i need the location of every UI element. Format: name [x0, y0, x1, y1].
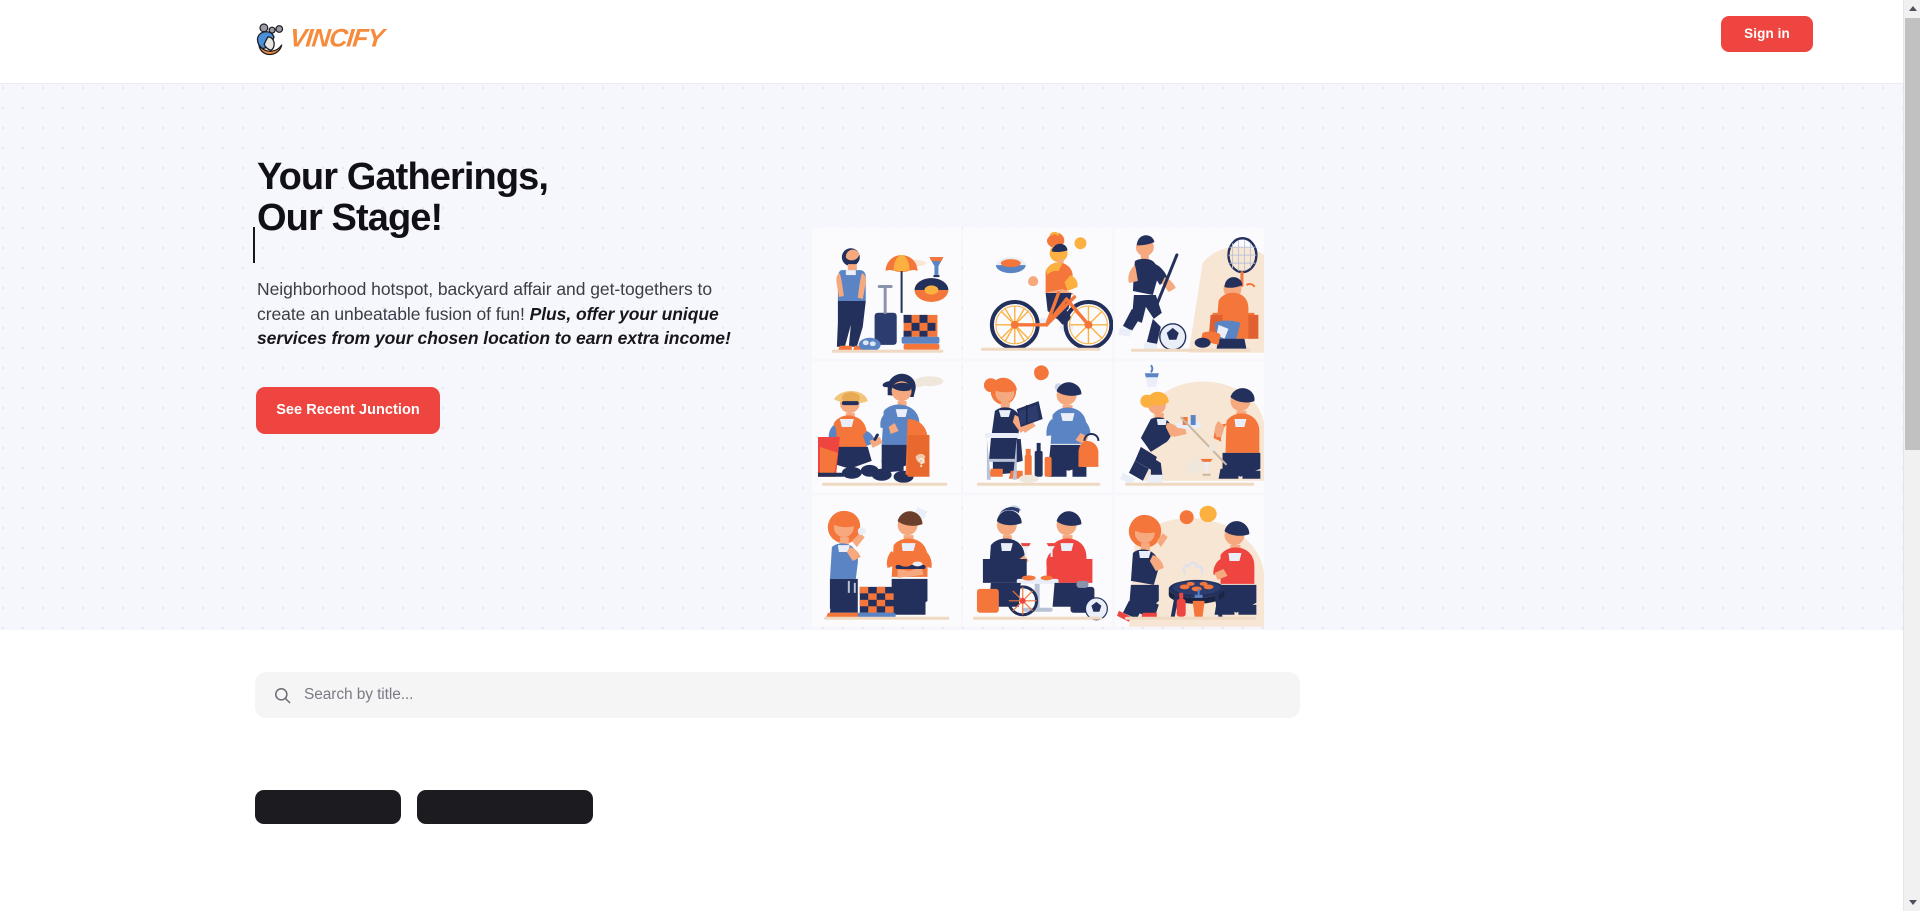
hero-subtitle: Neighborhood hotspot, backyard affair an…	[253, 277, 753, 351]
vertical-scrollbar[interactable]	[1903, 0, 1920, 911]
hero-section: Your Gatherings, Our Stage! Neighborhood…	[0, 84, 1903, 630]
hero-illustration-collage: ?	[812, 227, 1264, 627]
illustration-traveler-with-suitcase-and-picnic	[812, 227, 962, 359]
svg-text:?: ?	[918, 455, 926, 470]
page-root: VINCIFY Sign in Your Gatherings, Our Sta…	[0, 0, 1903, 911]
search-input[interactable]	[304, 686, 1282, 704]
scroll-up-arrow-icon	[1908, 6, 1917, 11]
text-caret	[253, 227, 255, 263]
page-title-line-2: Our Stage!	[257, 197, 443, 239]
search-icon	[275, 687, 291, 703]
illustration-runner-and-seated-person-with-racket	[1114, 227, 1264, 359]
hero-copy: Your Gatherings, Our Stage! Neighborhood…	[253, 157, 773, 434]
illustration-woman-reading-and-man-with-bag	[963, 361, 1113, 493]
people-group-logo-icon	[256, 23, 284, 56]
signin-button[interactable]: Sign in	[1721, 16, 1813, 52]
filter-chip-1[interactable]	[255, 790, 401, 824]
scroll-down-arrow-icon	[1908, 900, 1917, 905]
search-bar[interactable]	[255, 672, 1300, 718]
illustration-woman-serving-and-man-relaxing	[1114, 361, 1264, 493]
brand-wordmark: VINCIFY	[290, 25, 388, 53]
brand-logo[interactable]: VINCIFY	[253, 14, 418, 62]
illustration-cyclist-with-food-items	[963, 227, 1113, 359]
scrollbar-thumb[interactable]	[1905, 18, 1920, 450]
site-header: VINCIFY Sign in	[0, 0, 1903, 84]
illustration-two-men-talking-in-armchairs: ?	[812, 361, 962, 493]
scroll-down-button[interactable]	[1904, 894, 1920, 911]
svg-text:VINCIFY: VINCIFY	[290, 25, 388, 53]
content-section	[0, 630, 1903, 911]
filter-chip-row	[255, 790, 593, 824]
see-recent-junction-button[interactable]: See Recent Junction	[256, 386, 440, 434]
browser-viewport: VINCIFY Sign in Your Gatherings, Our Sta…	[0, 0, 1920, 911]
illustration-couple-dining-at-table	[963, 495, 1113, 627]
filter-chip-2[interactable]	[417, 790, 593, 824]
page-title: Your Gatherings, Our Stage!	[253, 156, 773, 263]
page-title-line-1: Your Gatherings,	[257, 156, 549, 198]
illustration-couple-with-chessboard-and-tray	[812, 495, 962, 627]
scroll-up-button[interactable]	[1904, 0, 1920, 17]
illustration-woman-and-man-at-barbecue-grill	[1114, 495, 1264, 627]
